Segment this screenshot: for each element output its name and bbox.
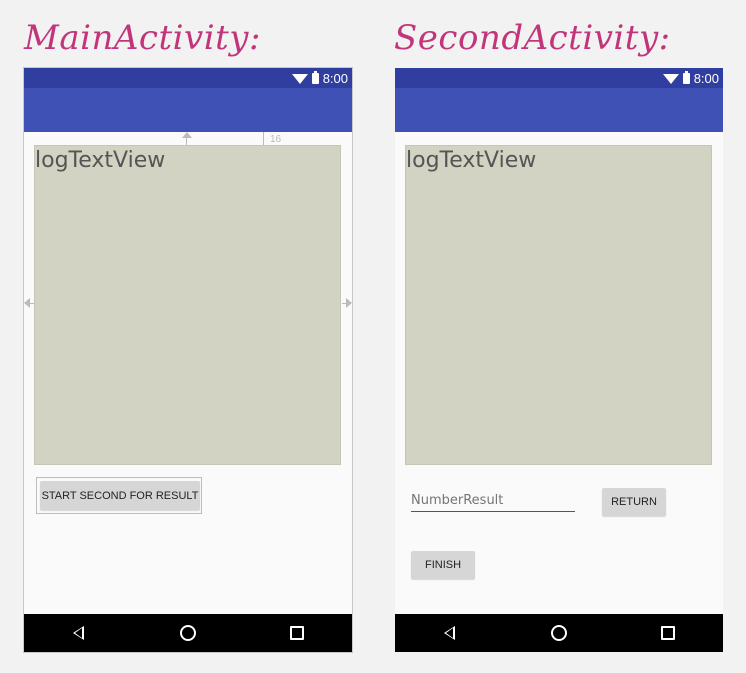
navigation-bar (395, 614, 723, 652)
margin-guide-line (263, 132, 264, 146)
log-text: logTextView (35, 148, 166, 173)
back-icon[interactable] (444, 626, 455, 640)
status-bar: 8:00 (24, 68, 352, 88)
status-time: 8:00 (322, 71, 348, 86)
log-text-view: logTextView (34, 145, 341, 465)
number-result-input[interactable] (411, 489, 575, 512)
main-activity-caption: MainActivity: (24, 18, 261, 58)
home-icon[interactable] (180, 625, 196, 641)
log-text: logTextView (406, 148, 537, 173)
main-activity-phone: 8:00 16 logTextView START SECOND FOR RES… (23, 67, 353, 653)
status-time: 8:00 (693, 71, 719, 86)
second-activity-phone: 8:00 logTextView RETURN FINISH (395, 68, 723, 652)
home-icon[interactable] (551, 625, 567, 641)
battery-icon (682, 71, 690, 84)
log-text-view: logTextView (405, 145, 712, 465)
margin-guide-label: 16 (270, 134, 282, 145)
finish-button[interactable]: FINISH (411, 551, 475, 579)
constraint-arrow-right-icon (346, 298, 352, 308)
navigation-bar (24, 614, 352, 652)
status-bar: 8:00 (395, 68, 723, 88)
wifi-icon (291, 73, 308, 84)
return-button[interactable]: RETURN (602, 488, 666, 516)
recents-icon[interactable] (290, 626, 304, 640)
app-bar (24, 88, 352, 132)
battery-icon (311, 71, 319, 84)
wifi-icon (662, 73, 679, 84)
second-activity-caption: SecondActivity: (394, 18, 671, 58)
start-second-for-result-button[interactable]: START SECOND FOR RESULT (40, 481, 200, 510)
app-bar (395, 88, 723, 132)
recents-icon[interactable] (661, 626, 675, 640)
constraint-arrow-up-icon (182, 132, 192, 138)
back-icon[interactable] (73, 626, 84, 640)
